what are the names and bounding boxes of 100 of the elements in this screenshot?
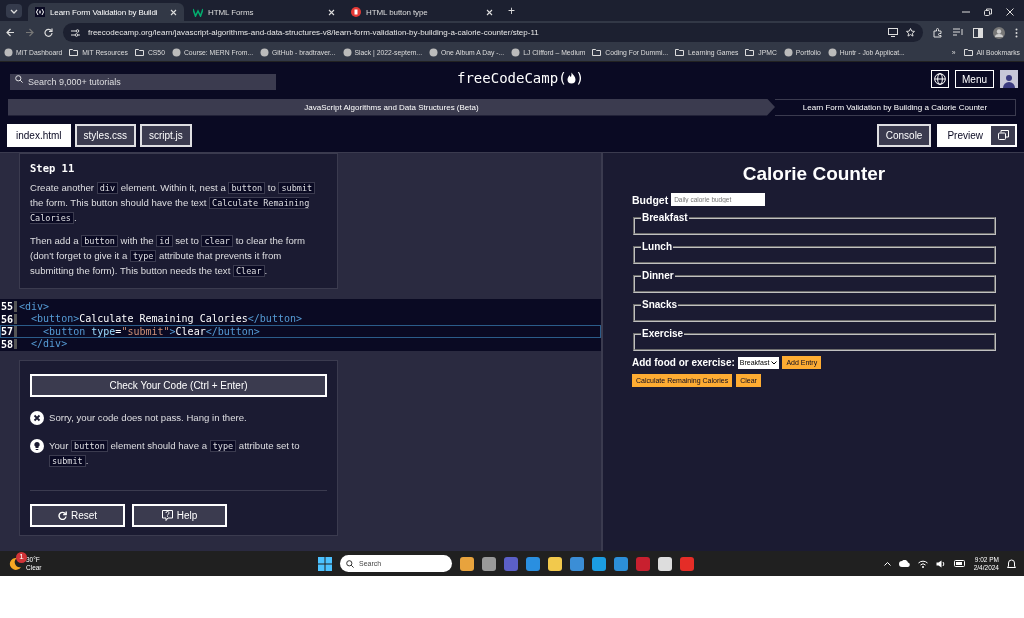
file-tab[interactable]: script.js: [139, 123, 192, 147]
close-icon[interactable]: [1006, 8, 1014, 16]
restore-icon[interactable]: [984, 8, 992, 16]
line-number: 58: [1, 338, 17, 349]
person-silhouette-icon: [1003, 74, 1015, 88]
search-icon: [346, 559, 354, 568]
code-line[interactable]: <button type="submit">Clear</button>: [17, 325, 260, 337]
reload-icon[interactable]: [44, 28, 53, 37]
search-field[interactable]: Search 9,000+ tutorials: [10, 74, 276, 90]
battery-icon[interactable]: [953, 560, 966, 567]
close-icon[interactable]: [170, 8, 177, 16]
address-bar[interactable]: freecodecamp.org/learn/javascript-algorithms-and-data-structures-v8/learn-form-validation-by-building-a-calorie-counter/step-11: [63, 23, 923, 42]
file-tab[interactable]: index.html: [7, 123, 71, 147]
playlist-icon[interactable]: [953, 28, 963, 37]
site-icon: [4, 48, 13, 57]
reload-icon: [57, 511, 67, 520]
folder-icon: [675, 48, 686, 57]
field-label: Add food or exercise:: [632, 357, 735, 368]
fieldset-legend: Dinner: [641, 272, 675, 280]
profile-avatar-icon[interactable]: [993, 26, 1005, 39]
fieldset-legend: Exercise: [641, 330, 685, 338]
install-app-icon[interactable]: [888, 28, 898, 37]
forward-arrow-icon[interactable]: [25, 28, 34, 37]
browser-tab[interactable]: Learn Form Validation by Buildi: [28, 3, 184, 21]
code-line[interactable]: <div>: [17, 300, 50, 312]
zigzag-logo-icon: [193, 7, 203, 17]
code-line[interactable]: </div>: [17, 338, 68, 350]
fieldset-legend: Breakfast: [641, 214, 689, 222]
app-icon[interactable]: [548, 556, 562, 571]
chevron-down-icon: [10, 8, 18, 14]
star-icon[interactable]: [906, 28, 915, 37]
puzzle-piece-icon[interactable]: [933, 27, 943, 38]
new-tab-button[interactable]: +: [508, 4, 515, 18]
page-title: Calorie Counter: [741, 163, 887, 185]
logo-text: ): [575, 70, 584, 86]
crescent-moon-icon: [8, 556, 22, 571]
chevron-down-icon: [771, 360, 778, 365]
folder-icon: [745, 48, 756, 57]
line-number: 55: [1, 301, 17, 312]
line-number: 56: [1, 313, 17, 324]
more-options-icon[interactable]: [1015, 27, 1018, 38]
site-icon: [342, 48, 352, 57]
logo-text: freeCodeCamp(: [457, 70, 567, 86]
site-icon: [511, 48, 521, 57]
app-icon[interactable]: [592, 556, 606, 571]
feedback-text: Your button element should have a type attribute set to submit .: [49, 439, 301, 468]
console-button[interactable]: Console: [876, 123, 932, 147]
folder-icon: [963, 48, 974, 57]
globe-icon: [934, 73, 946, 85]
step-title: Step 11: [30, 162, 76, 174]
tab-list-button[interactable]: [6, 4, 22, 18]
circle-logo-icon: [351, 7, 361, 17]
x-circle-icon: [30, 411, 44, 425]
flame-icon: [566, 72, 576, 84]
site-icon: [429, 48, 439, 57]
speaker-icon[interactable]: [935, 559, 946, 568]
lightbulb-icon: [30, 439, 44, 453]
close-icon[interactable]: [486, 8, 493, 16]
site-icon: [260, 48, 270, 57]
check-code-button[interactable]: Check Your Code (Ctrl + Enter): [30, 374, 327, 397]
line-number: 57: [1, 326, 17, 337]
app-icon[interactable]: [658, 556, 672, 571]
help-button[interactable]: Help: [132, 504, 227, 527]
fieldset-legend: Snacks: [641, 301, 679, 309]
folder-icon: [69, 48, 80, 57]
site-icon: [783, 48, 793, 57]
browser-tab[interactable]: HTML button type: [344, 3, 500, 21]
app-icon[interactable]: [460, 556, 474, 571]
breadcrumb-link[interactable]: JavaScript Algorithms and Data Structures (Beta): [8, 98, 775, 116]
language-button[interactable]: [931, 70, 949, 88]
breadcrumb-link[interactable]: Learn Form Validation by Building a Calorie Counter: [775, 98, 1016, 116]
file-tab[interactable]: styles.css: [74, 123, 136, 147]
start-grid-icon[interactable]: [318, 556, 332, 571]
user-avatar[interactable]: [1000, 70, 1018, 88]
close-icon[interactable]: [328, 8, 335, 16]
site-icon: [171, 48, 181, 57]
back-arrow-icon[interactable]: [6, 28, 15, 37]
folder-icon: [134, 48, 145, 57]
minimize-icon[interactable]: [962, 8, 970, 16]
browser-tab[interactable]: HTML Forms: [186, 3, 342, 21]
question-speech-bubble-icon: [161, 510, 173, 521]
site-icon: [827, 48, 837, 57]
reset-button[interactable]: Reset: [30, 504, 125, 527]
menu-button[interactable]: Menu: [955, 70, 994, 88]
feedback-text: Sorry, your code does not pass. Hang in there.: [49, 411, 247, 425]
field-label: Budget: [632, 193, 669, 206]
preview-button[interactable]: Preview: [937, 123, 1017, 147]
fieldset-legend: Lunch: [641, 243, 673, 251]
bell-icon[interactable]: [1007, 558, 1016, 569]
code-line[interactable]: <button>Calculate Remaining Calories</button>: [17, 313, 302, 325]
code-logo-icon: [35, 7, 45, 17]
app-icon[interactable]: [482, 556, 496, 571]
cloud-icon[interactable]: [898, 560, 910, 567]
wifi-icon[interactable]: [917, 559, 928, 568]
stacked-windows-icon: [997, 130, 1009, 140]
side-panel-icon[interactable]: [973, 27, 983, 38]
site-settings-icon: [71, 28, 80, 37]
chevron-up-icon[interactable]: [883, 561, 891, 566]
folder-icon: [592, 48, 603, 57]
instruction-text: Then add a button with the id set to clear to clear the form (don't forget to give it a type attribute that prevents it from submitting the form). This button needs the text Clear .: [30, 234, 306, 278]
